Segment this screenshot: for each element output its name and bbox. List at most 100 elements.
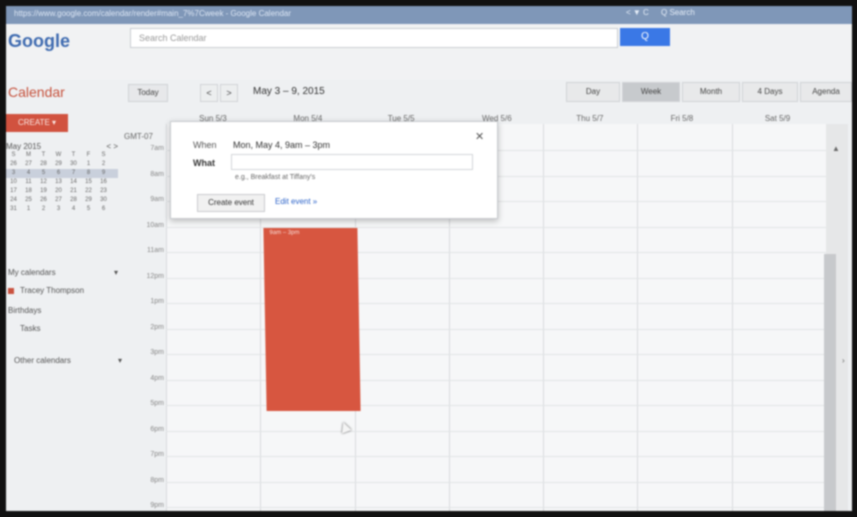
mini-calendar-grid: S M T W T F S 26 27 28 29 30 1 2 3 4 5 6 7 8 9 10 11 12 13 14 15 16…	[6, 151, 118, 214]
time-label: 5pm	[150, 400, 164, 407]
mini-calendar-day[interactable]: 12	[36, 178, 51, 187]
mini-calendar-row: 31 1 2 3 4 5 6	[6, 205, 118, 214]
mini-calendar-day[interactable]: 5	[36, 169, 51, 178]
window-title: https://www.google.com/calendar/render#m…	[14, 9, 292, 18]
day-header[interactable]: Sat 5/9	[765, 114, 790, 123]
mini-calendar-day[interactable]: 6	[96, 205, 111, 214]
day-column-divider	[166, 124, 167, 511]
mini-calendar-day[interactable]: 4	[21, 169, 36, 178]
mini-calendar-day[interactable]: 7	[66, 169, 81, 178]
mini-calendar-day[interactable]: 4	[66, 205, 81, 214]
mini-calendar-weekday: T	[41, 152, 46, 158]
close-icon[interactable]: ✕	[475, 130, 484, 143]
mini-calendar-day[interactable]: 1	[21, 205, 36, 214]
mini-calendar-day[interactable]: 29	[51, 160, 66, 169]
prev-week-button[interactable]: <	[200, 84, 218, 102]
mini-calendar-day[interactable]: 5	[81, 205, 96, 214]
mini-calendar-row: 10 11 12 13 14 15 16	[6, 178, 118, 187]
mini-calendar-day[interactable]: 3	[6, 169, 21, 178]
mini-calendar-day[interactable]: 27	[21, 160, 36, 169]
mini-calendar-day[interactable]: 11	[21, 178, 36, 187]
mini-calendar-day[interactable]: 6	[51, 169, 66, 178]
time-label: 4pm	[150, 374, 164, 382]
mini-calendar-row: 24 25 26 27 28 29 30	[6, 196, 118, 205]
mini-calendar-day[interactable]: 28	[66, 196, 81, 205]
time-label: 8am	[150, 170, 164, 178]
mini-calendar-day[interactable]: 15	[81, 178, 96, 187]
mini-calendar-day[interactable]: 28	[36, 160, 51, 169]
mini-calendar-day[interactable]: 30	[66, 160, 81, 169]
mini-calendar-day[interactable]: 26	[36, 196, 51, 205]
mini-calendar-day[interactable]: 24	[6, 196, 21, 205]
time-label: 6pm	[150, 425, 164, 433]
mini-calendar-day[interactable]: 14	[66, 178, 81, 187]
scrollbar-thumb[interactable]	[824, 254, 836, 511]
time-label: 7pm	[150, 451, 164, 458]
today-button[interactable]: Today	[128, 84, 168, 102]
mini-calendar-day[interactable]: 27	[51, 196, 66, 205]
search-button[interactable]: Q	[620, 28, 670, 46]
calendar-item-tasks[interactable]: Tasks	[20, 324, 40, 333]
create-event-button[interactable]: Create event	[197, 194, 265, 212]
window-controls[interactable]: < ▼ C	[626, 8, 649, 17]
mini-calendar-nav[interactable]: < >	[106, 142, 118, 151]
mini-calendar-day[interactable]: 26	[6, 160, 21, 169]
side-panel-arrow-icon[interactable]: ›	[842, 356, 845, 365]
mini-calendar-day[interactable]: 25	[21, 196, 36, 205]
mini-calendar-day[interactable]: 20	[51, 187, 66, 196]
mini-calendar-day[interactable]: 9	[96, 169, 111, 178]
search-input[interactable]: Search Calendar	[130, 28, 618, 48]
browser-search[interactable]: Q Search	[661, 8, 695, 17]
mini-calendar-day[interactable]: 13	[51, 178, 66, 187]
mini-calendar-day[interactable]: 17	[6, 187, 21, 196]
app-title: Calendar	[8, 84, 65, 100]
scroll-up-icon[interactable]: ▲	[832, 144, 840, 153]
view-agenda-button[interactable]: Agenda	[800, 82, 852, 102]
create-caret-icon: ▾	[52, 118, 57, 127]
event-block[interactable]: 9am – 3pm	[263, 228, 361, 411]
mini-calendar: May 2015 < > S M T W T F S 26 27 28 29 30 1 2 3 4 5 6 7 8 9 1…	[6, 142, 118, 214]
mini-calendar-day[interactable]: 31	[6, 205, 21, 214]
calendar-item-birthdays[interactable]: Birthdays	[8, 306, 41, 315]
calendar-color-swatch	[8, 288, 14, 294]
mini-calendar-day[interactable]: 23	[96, 187, 111, 196]
mini-calendar-day[interactable]: 16	[96, 178, 111, 187]
view-4days-button[interactable]: 4 Days	[742, 82, 798, 102]
mini-calendar-row: 3456789	[6, 169, 118, 178]
mini-calendar-day[interactable]: 29	[81, 196, 96, 205]
what-hint: e.g., Breakfast at Tiffany's	[235, 174, 316, 181]
other-calendars-heading[interactable]: Other calendars	[14, 356, 71, 365]
mini-calendar-day[interactable]: 22	[81, 187, 96, 196]
day-header[interactable]: Thu 5/7	[576, 114, 603, 123]
what-input[interactable]	[231, 154, 473, 170]
mini-calendar-day[interactable]: 19	[36, 187, 51, 196]
view-week-button[interactable]: Week	[622, 82, 680, 102]
mini-calendar-day[interactable]: 8	[81, 169, 96, 178]
edit-event-link[interactable]: Edit event »	[275, 197, 317, 206]
mini-calendar-day[interactable]: 2	[96, 160, 111, 169]
time-label: 8pm	[150, 476, 164, 484]
mini-calendar-day[interactable]: 2	[36, 205, 51, 214]
mini-calendar-day[interactable]: 21	[66, 187, 81, 196]
view-month-button[interactable]: Month	[682, 82, 740, 102]
day-header[interactable]: Fri 5/8	[671, 114, 694, 123]
mini-calendar-weekday: S	[101, 152, 106, 158]
create-button[interactable]: CREATE ▾	[6, 114, 68, 132]
mini-calendar-day[interactable]: 3	[51, 205, 66, 214]
when-label: When	[193, 140, 217, 150]
my-calendars-heading[interactable]: My calendars	[8, 268, 56, 277]
my-calendars-chevron-icon[interactable]: ▾	[114, 268, 118, 277]
google-logo[interactable]: Google	[8, 31, 70, 52]
mini-calendar-day[interactable]: 1	[81, 160, 96, 169]
time-label: 2pm	[150, 323, 164, 331]
view-day-button[interactable]: Day	[566, 82, 620, 102]
calendar-item-tracey[interactable]: Tracey Thompson	[20, 286, 84, 295]
mini-calendar-day[interactable]: 18	[21, 187, 36, 196]
other-calendars-chevron-icon[interactable]: ▾	[118, 356, 122, 365]
screen: https://www.google.com/calendar/render#m…	[6, 6, 852, 511]
mini-calendar-day[interactable]: 10	[6, 178, 21, 187]
hour-gridline	[166, 481, 826, 483]
mini-calendar-day[interactable]: 30	[96, 196, 111, 205]
next-week-button[interactable]: >	[220, 84, 238, 102]
time-label: 10am	[146, 221, 164, 229]
